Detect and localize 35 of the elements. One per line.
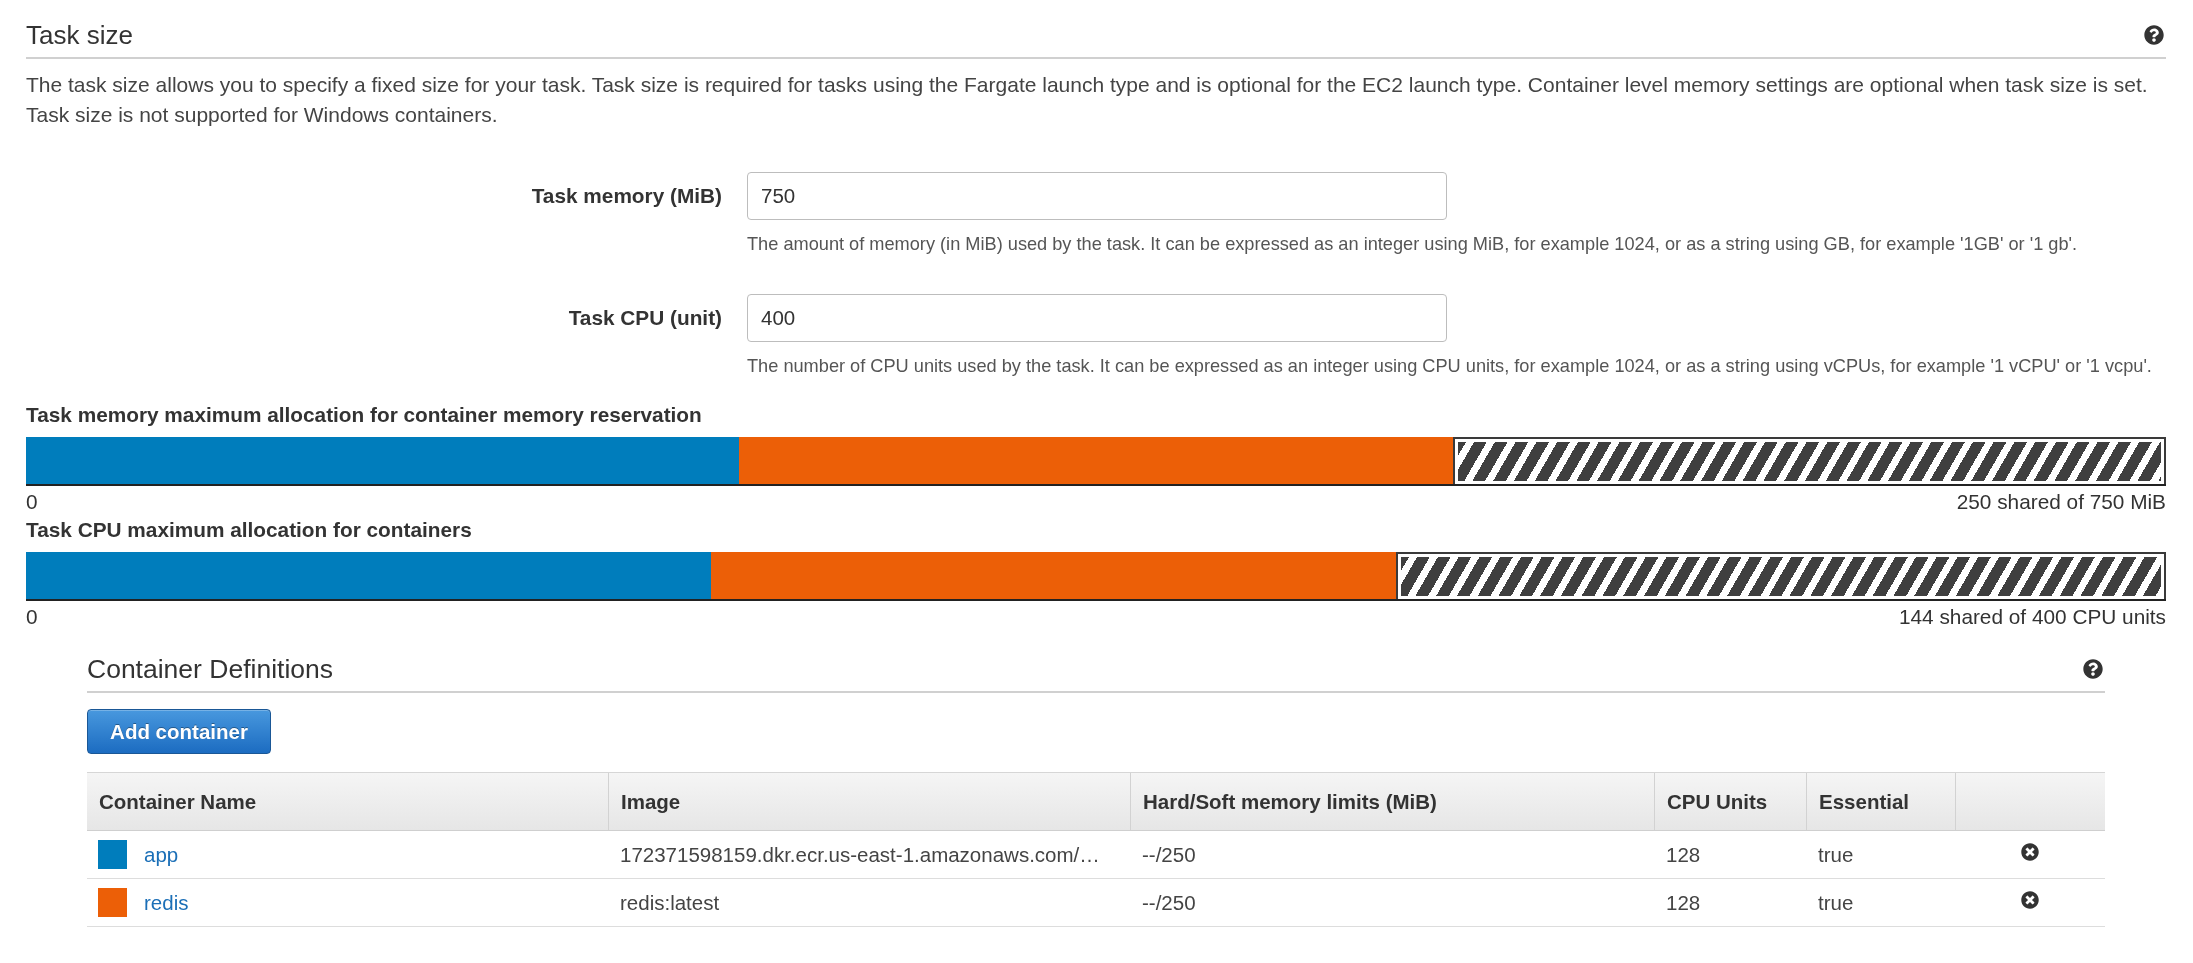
help-icon[interactable] [2144,25,2164,45]
column-header: Image [608,773,1130,830]
field-label: Task CPU (unit) [567,306,722,330]
number-input[interactable]: 400 [747,294,1447,342]
container-name-link[interactable]: app [144,842,179,867]
add-container-button[interactable]: Add container [87,709,271,754]
table-cell-text: --/250 [1141,889,1197,916]
number-input[interactable]: 750 [747,172,1447,220]
axis-start-label: 0 [26,605,38,629]
column-header: Essential [1806,773,1955,830]
allocation-title: Task memory maximum allocation for container memory reservation [26,402,703,427]
section-title: Task size [26,19,133,51]
close-icon[interactable] [2021,842,2039,861]
close-icon[interactable] [2021,890,2039,909]
allocation-summary: 144 shared of 400 CPU units [1898,605,2166,629]
field-label: Task memory (MiB) [530,184,722,208]
column-header: Container Name [98,788,258,815]
column-header: CPU Units [1654,773,1806,830]
field-hint: The amount of memory (in MiB) used by the task. It can be expressed as an integer using MiB, for example 1024, or as a string using GB, for example '1GB' or '1 gb'. [747,233,2078,256]
column-header: Hard/Soft memory limits (MiB) [1130,773,1654,830]
table-cell-text: 128 [1665,841,1702,868]
help-icon[interactable] [2083,659,2103,679]
allocation-title: Task CPU maximum allocation for containers [26,517,473,542]
section-description: The task size allows you to specify a fixed size for your task. Task size is required for tasks using the Fargate launch type and is optional for the EC2 launch type. Container level memory settings are optional when task size is set. Task size is not supported for Windows containers. [26,72,2149,128]
table-cell-text: 172371598159.dkr.ecr.us-east-1.amazonaws.com/… [619,841,1101,868]
allocation-summary: 250 shared of 750 MiB [1956,490,2166,514]
axis-start-label: 0 [26,490,38,514]
field-hint: The number of CPU units used by the task. It can be expressed as an integer using CPU units, for example 1024, or as a string using vCPUs, for example '1 vCPU' or '1 vcpu'. [747,355,2152,378]
container-name-link[interactable]: redis [144,890,189,915]
table-cell-text: redis:latest [619,889,721,916]
table-cell-text: true [1817,841,1855,868]
table-cell-text: true [1817,889,1855,916]
section-title: Container Definitions [87,653,333,685]
table-cell-text: --/250 [1141,841,1197,868]
table-cell-text: 128 [1665,889,1702,916]
